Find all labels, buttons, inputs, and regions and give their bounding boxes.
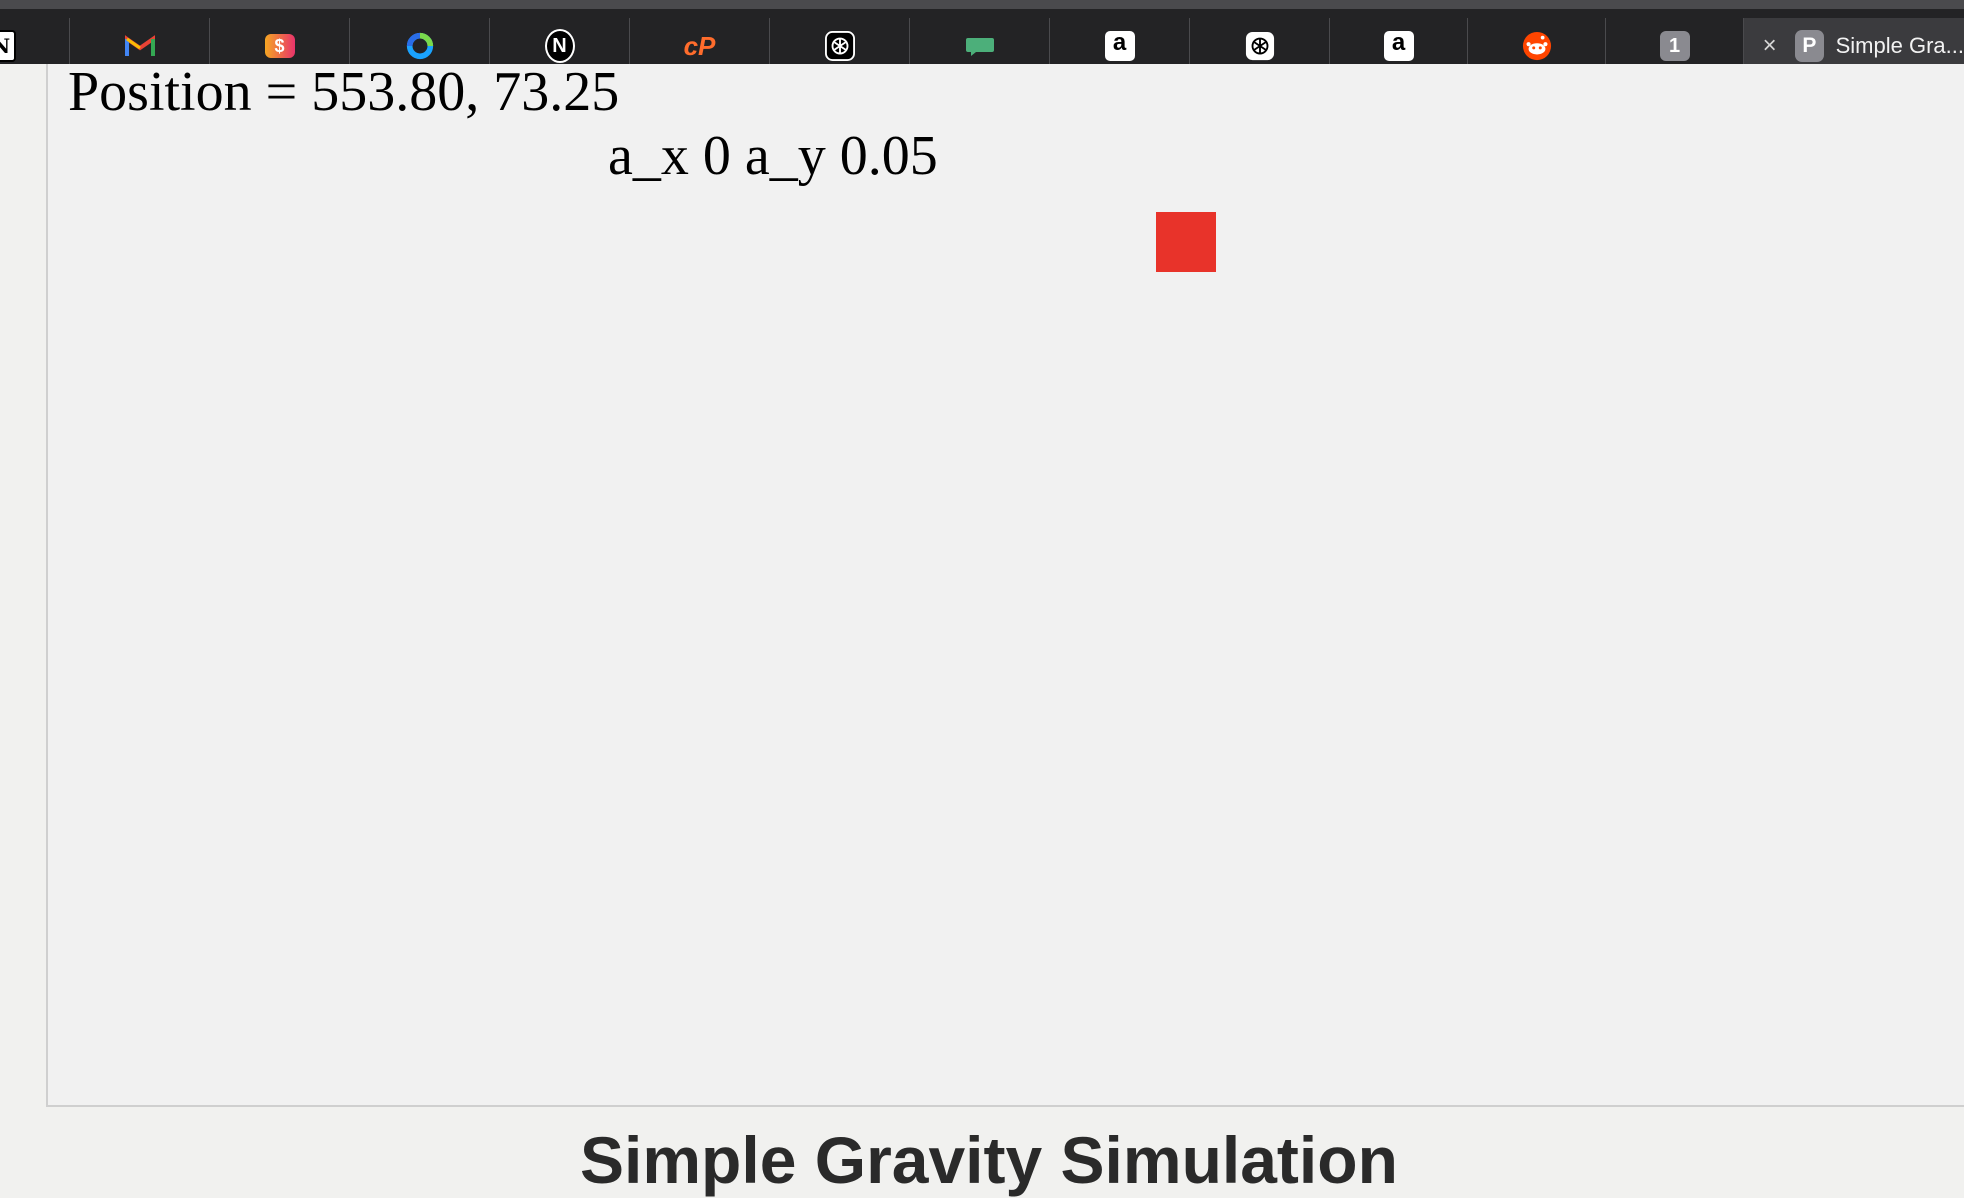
money-app-icon: $ [264, 31, 295, 61]
position-readout: Position = 553.80, 73.25 [68, 61, 620, 123]
reddit-icon [1522, 31, 1552, 61]
sync-ring-icon [405, 31, 435, 61]
notion-icon: N [544, 28, 575, 63]
notion-icon: N [0, 29, 16, 62]
simulation-canvas[interactable]: Position = 553.80, 73.25 a_x 0 a_y 0.05 [46, 61, 1964, 1107]
close-icon[interactable]: × [1758, 32, 1781, 60]
number-badge-icon: 1 [1659, 30, 1690, 61]
active-tab-title: Simple Gra... [1835, 32, 1964, 58]
openai-icon [1245, 31, 1275, 61]
gmail-icon [124, 31, 155, 61]
page-title: Simple Gravity Simulation [580, 1123, 1398, 1197]
amazon-icon: a [1383, 30, 1414, 61]
chat-bubble-icon [965, 31, 995, 61]
amazon-icon: a [1104, 30, 1135, 61]
cpanel-icon: cP [683, 30, 716, 61]
acceleration-readout: a_x 0 a_y 0.05 [608, 125, 938, 187]
falling-ball [1156, 212, 1216, 272]
browser-tab-bar: N $ N cP a a 1 × P Simple Gra... [0, 0, 1964, 73]
openai-icon [824, 30, 855, 61]
page-favicon: P [1795, 29, 1824, 62]
